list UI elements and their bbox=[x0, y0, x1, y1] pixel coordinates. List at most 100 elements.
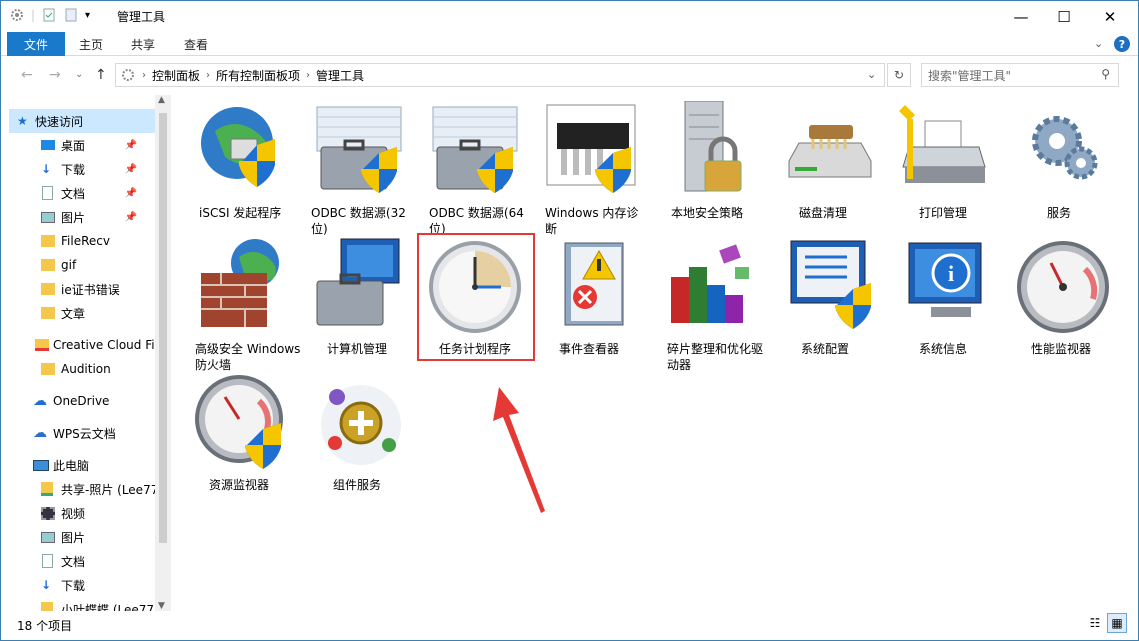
nav-pc-item[interactable]: 小叶蝶蝶 (Lee77 bbox=[9, 597, 154, 611]
nav-label: 图片 bbox=[61, 210, 86, 225]
forward-icon[interactable]: → bbox=[49, 67, 61, 83]
nav-pc-item[interactable]: 文档 bbox=[9, 549, 85, 573]
nav-audition[interactable]: Audition bbox=[9, 357, 111, 381]
picture-icon bbox=[41, 211, 55, 223]
breadcrumb-control-panel[interactable]: 控制面板 bbox=[152, 67, 200, 84]
item-count: 18 个项目 bbox=[17, 619, 73, 633]
refresh-icon[interactable]: ↻ bbox=[887, 63, 911, 87]
tab-view[interactable]: 查看 bbox=[184, 36, 208, 53]
nav-pc-item[interactable]: 图片 bbox=[9, 525, 85, 549]
nav-item-gif[interactable]: gif bbox=[9, 253, 76, 277]
drive-icon bbox=[41, 602, 53, 611]
desktop-icon bbox=[41, 140, 55, 150]
help-icon[interactable]: ? bbox=[1114, 36, 1130, 52]
nav-item-articles[interactable]: 文章 bbox=[9, 301, 85, 325]
computer-icon bbox=[33, 459, 49, 471]
nav-pc-item[interactable]: ↓ 下载 bbox=[9, 573, 85, 597]
item-label: 磁盘清理 bbox=[799, 206, 848, 220]
back-icon[interactable]: ← bbox=[21, 67, 33, 83]
address-row: ← → ⌄ ↑ › 控制面板 › 所有控制面板项 › 管理工具 ⌄ ↻ 搜索"管… bbox=[1, 61, 1138, 91]
tab-share[interactable]: 共享 bbox=[131, 36, 155, 53]
large-icons-view-icon[interactable]: ▦ bbox=[1107, 613, 1127, 633]
recent-dropdown-icon[interactable]: ⌄ bbox=[75, 69, 83, 80]
up-icon[interactable]: ↑ bbox=[95, 67, 107, 83]
nav-label: 下载 bbox=[61, 578, 86, 593]
nav-item-pictures[interactable]: 图片 📌 bbox=[9, 205, 155, 229]
properties-icon[interactable] bbox=[41, 7, 57, 23]
item-label: 事件查看器 bbox=[559, 342, 620, 356]
nav-label: 此电脑 bbox=[53, 458, 90, 473]
nav-creative-cloud[interactable]: Creative Cloud Fil bbox=[9, 333, 158, 357]
svg-text:i: i bbox=[948, 261, 954, 286]
ribbon-expand-icon[interactable]: ⌄ bbox=[1094, 37, 1103, 50]
breadcrumb-sep[interactable]: › bbox=[142, 70, 146, 81]
tab-home[interactable]: 主页 bbox=[79, 36, 103, 53]
breadcrumb-sep[interactable]: › bbox=[306, 70, 310, 81]
item-label: 资源监视器 bbox=[209, 478, 270, 492]
video-icon bbox=[41, 506, 55, 520]
scroll-up-icon[interactable]: ▲ bbox=[158, 95, 165, 105]
nav-quick-access[interactable]: ★ 快速访问 bbox=[9, 109, 155, 133]
nav-item-documents[interactable]: 文档 📌 bbox=[9, 181, 155, 205]
nav-label: Creative Cloud Fil bbox=[53, 338, 158, 352]
document-icon bbox=[42, 186, 53, 200]
nav-onedrive[interactable]: ☁ OneDrive bbox=[9, 389, 109, 413]
qat-dropdown-icon[interactable]: ▾ bbox=[85, 10, 90, 21]
download-icon: ↓ bbox=[41, 162, 52, 176]
item-label: 打印管理 bbox=[919, 206, 968, 220]
minimize-button[interactable]: — bbox=[998, 1, 1044, 32]
nav-scrollbar[interactable]: ▲ ▼ bbox=[155, 95, 171, 611]
scroll-down-icon[interactable]: ▼ bbox=[158, 601, 165, 611]
folder-icon bbox=[41, 283, 55, 295]
item-label: iSCSI 发起程序 bbox=[199, 206, 282, 220]
item-label: ODBC 数据源(32位) bbox=[311, 206, 406, 236]
nav-label: 桌面 bbox=[61, 138, 86, 153]
nav-this-pc[interactable]: 此电脑 bbox=[9, 453, 89, 477]
nav-label: OneDrive bbox=[53, 394, 110, 408]
close-button[interactable]: ✕ bbox=[1087, 1, 1133, 32]
breadcrumb-admin-tools[interactable]: 管理工具 bbox=[316, 67, 364, 84]
search-placeholder: 搜索"管理工具" bbox=[928, 68, 1012, 83]
shared-folder-icon bbox=[41, 482, 53, 496]
new-folder-icon[interactable] bbox=[63, 7, 79, 23]
item-label: Windows 内存诊断 bbox=[545, 206, 639, 236]
item-label: 碎片整理和优化驱动器 bbox=[667, 342, 764, 372]
window-title: 管理工具 bbox=[117, 10, 166, 24]
address-dropdown-icon[interactable]: ⌄ bbox=[867, 68, 876, 81]
nav-wps[interactable]: ☁ WPS云文档 bbox=[9, 421, 116, 445]
pin-icon: 📌 bbox=[124, 211, 137, 223]
nav-label: gif bbox=[61, 258, 77, 272]
tab-file[interactable]: 文件 bbox=[7, 32, 65, 56]
nav-item-ie-cert[interactable]: ie证书错误 bbox=[9, 277, 120, 301]
item-label: 系统信息 bbox=[919, 342, 968, 356]
nav-label: Audition bbox=[61, 362, 111, 376]
resource-gauge-icon bbox=[195, 375, 283, 469]
nav-label: 视频 bbox=[61, 506, 86, 521]
download-icon: ↓ bbox=[41, 578, 52, 592]
folder-icon bbox=[41, 235, 55, 247]
nav-pc-item[interactable]: 视频 bbox=[9, 501, 85, 525]
odbc-toolbox-icon bbox=[316, 106, 402, 193]
nav-pc-item[interactable]: 共享-照片 (Lee77 bbox=[9, 477, 158, 501]
breadcrumb-all-items[interactable]: 所有控制面板项 bbox=[216, 67, 300, 84]
event-log-icon bbox=[564, 242, 624, 326]
scrollbar-thumb[interactable] bbox=[159, 113, 167, 543]
item-label: 本地安全策略 bbox=[671, 206, 744, 220]
item-label: 系统配置 bbox=[801, 342, 850, 356]
explorer-window: | ▾ 管理工具 — ☐ ✕ 文件 主页 共享 查看 ⌄ ? ← → ⌄ ↑ ›… bbox=[0, 0, 1139, 641]
details-view-icon[interactable]: ☷ bbox=[1085, 613, 1105, 633]
nav-item-desktop[interactable]: 桌面 📌 bbox=[9, 133, 155, 157]
address-bar[interactable]: › 控制面板 › 所有控制面板项 › 管理工具 bbox=[115, 63, 885, 87]
item-label: 组件服务 bbox=[333, 478, 382, 492]
nav-label: ie证书错误 bbox=[61, 282, 120, 297]
cloud-icon: ☁ bbox=[33, 393, 47, 409]
breadcrumb-sep[interactable]: › bbox=[206, 70, 210, 81]
iscsi-globe-icon bbox=[201, 107, 275, 187]
nav-item-filerecv[interactable]: FileRecv bbox=[9, 229, 110, 253]
file-view: iSCSI 发起程序 ODBC 数据源(32位) ODBC 数据源(64位) W… bbox=[177, 95, 1137, 611]
maximize-button[interactable]: ☐ bbox=[1041, 1, 1087, 32]
disk-cleanup-icon bbox=[788, 125, 872, 178]
item-label: 高级安全 Windows 防火墙 bbox=[195, 342, 301, 372]
search-input[interactable]: 搜索"管理工具" ⚲ bbox=[921, 63, 1119, 87]
nav-item-downloads[interactable]: ↓ 下载 📌 bbox=[9, 157, 155, 181]
